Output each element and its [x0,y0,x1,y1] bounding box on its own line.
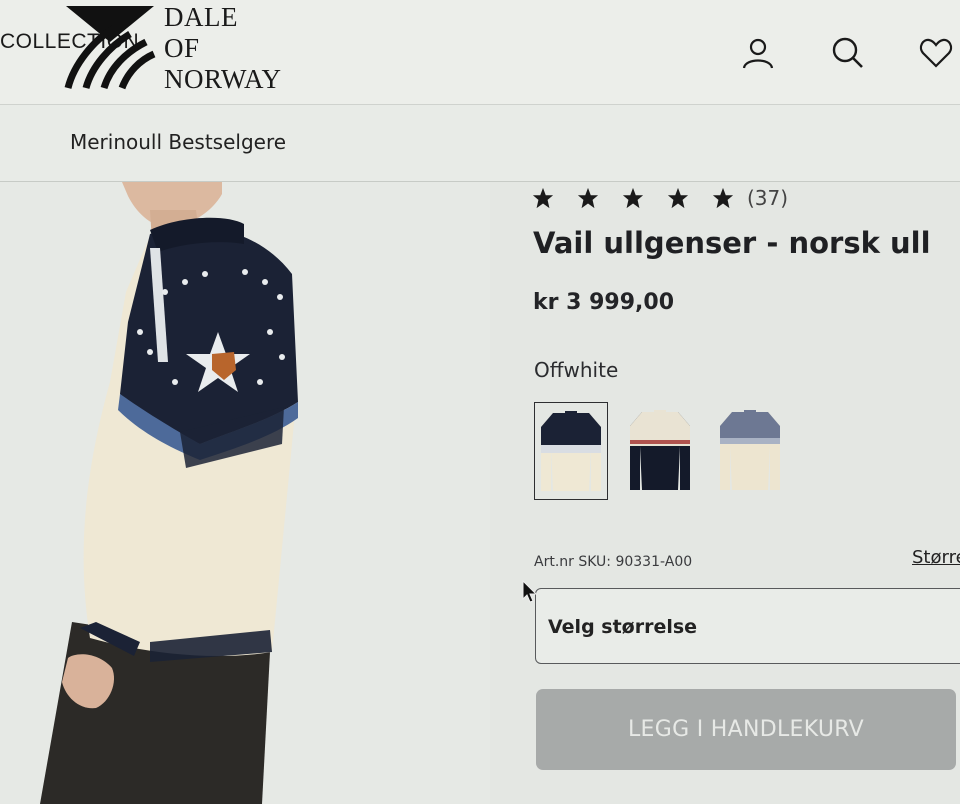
brand-wordmark[interactable]: DALE OF NORWAY [164,2,282,95]
sweater-thumbnail [630,410,690,490]
nav-link-merinoull-bestselgere[interactable]: Merinoull Bestselgere [70,130,286,154]
mouse-cursor-icon [522,580,538,603]
sweater-thumbnail [541,411,601,491]
sweater-thumbnail [720,410,780,490]
color-swatch-offwhite[interactable] [534,402,608,500]
rating-count[interactable]: (37) [747,186,788,210]
size-select[interactable]: Velg størrelse [535,588,960,664]
star-icon [532,187,554,209]
product-main-image[interactable] [0,182,490,804]
add-to-cart-button[interactable]: LEGG I HANDLEKURV [536,689,956,770]
site-header: COLLECTION DALE OF NORWAY [0,0,960,105]
star-icon [712,187,734,209]
selected-color-label: Offwhite [534,358,619,382]
sweater-model-illustration [40,182,298,804]
color-swatch-beige[interactable] [714,402,786,498]
product-sku: Art.nr SKU: 90331-A00 [534,554,693,570]
size-guide-link[interactable]: Størrelse [912,547,960,568]
star-icon [667,187,689,209]
product-title: Vail ullgenser - norsk ull [533,226,931,260]
heart-icon[interactable] [919,36,953,70]
star-icon [577,187,599,209]
rating-stars[interactable]: (37) [532,186,788,210]
brand-line-1: DALE [164,2,238,32]
user-icon[interactable] [741,36,775,70]
brand-line-3: NORWAY [164,64,282,94]
size-select-label: Velg størrelse [548,616,698,638]
dale-logo-icon[interactable] [64,4,156,90]
category-nav: Merinoull Bestselgere [0,105,960,182]
star-icon [622,187,644,209]
color-swatch-navy[interactable] [624,402,696,498]
brand-line-2: OF [164,33,200,63]
search-icon[interactable] [831,36,865,70]
product-price: kr 3 999,00 [533,290,675,315]
